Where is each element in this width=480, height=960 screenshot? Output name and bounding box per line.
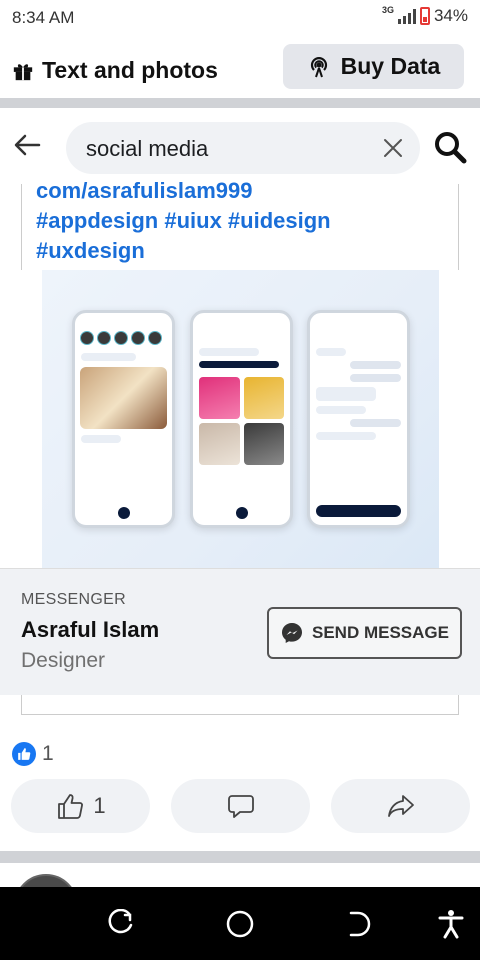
search-header: social media [0,108,480,184]
hashtags-line-1[interactable]: #appdesign #uiux #uidesign [36,206,331,236]
post-link[interactable]: com/asrafulislam999 [36,176,331,206]
post-frame-bottom [21,695,459,715]
battery-percent: 34% [433,6,468,25]
like-button[interactable]: 1 [11,779,150,833]
page-category: Designer [21,649,106,672]
text-and-photos-mode[interactable]: Text and photos [12,57,218,84]
hashtags-line-2[interactable]: #uxdesign [36,236,331,266]
next-post-preview [0,863,480,938]
phone-mockup-profile [190,310,293,528]
phone-mockup-feed: ​ [72,310,175,528]
gift-icon [13,63,33,80]
search-icon[interactable] [433,130,467,164]
buy-data-label: Buy Data [340,53,441,79]
home-icon[interactable] [225,909,255,939]
send-message-label: SEND MESSAGE [312,623,449,642]
send-message-button[interactable]: SEND MESSAGE [267,607,462,659]
reaction-count: 1 [42,742,54,765]
reaction-summary[interactable]: 1 [12,742,54,766]
comment-button[interactable] [171,779,310,833]
network-type: 3G [381,5,394,15]
messenger-icon [282,623,302,643]
buy-data-button[interactable]: Buy Data [283,44,464,89]
battery-icon [419,7,430,25]
divider [0,98,480,108]
messenger-cta-card: MESSENGER Asraful Islam Designer SEND ME… [0,568,480,695]
broadcast-icon [310,56,327,77]
status-bar: 8:34 AM 3G 34% [0,0,480,36]
comment-icon [227,795,254,818]
search-query[interactable]: social media [86,136,208,162]
data-mode-bar: Text and photos Buy Data [0,36,480,98]
signal-icon [397,8,416,24]
back-icon[interactable] [345,909,375,939]
close-icon[interactable] [382,137,404,159]
post-text: com/asrafulislam999 #appdesign #uiux #ui… [36,176,331,266]
back-arrow-icon[interactable] [12,130,42,160]
status-time: 8:34 AM [12,8,75,27]
share-button[interactable] [331,779,470,833]
page-name[interactable]: Asraful Islam [21,617,159,643]
like-badge-icon [12,742,36,766]
accessibility-icon[interactable] [436,909,466,939]
share-icon [387,795,414,817]
phone-mockup-chat [307,310,410,528]
mode-label: Text and photos [42,57,218,83]
cta-kicker: MESSENGER [21,591,126,608]
post-image[interactable]: ​ [42,270,439,568]
divider [0,851,480,863]
search-input[interactable]: social media [66,122,420,174]
recent-apps-icon[interactable] [105,909,135,939]
system-nav-bar [0,887,480,960]
like-count: 1 [93,793,106,818]
thumbs-up-icon [58,794,84,819]
status-indicators: 3G 34% [381,5,468,26]
